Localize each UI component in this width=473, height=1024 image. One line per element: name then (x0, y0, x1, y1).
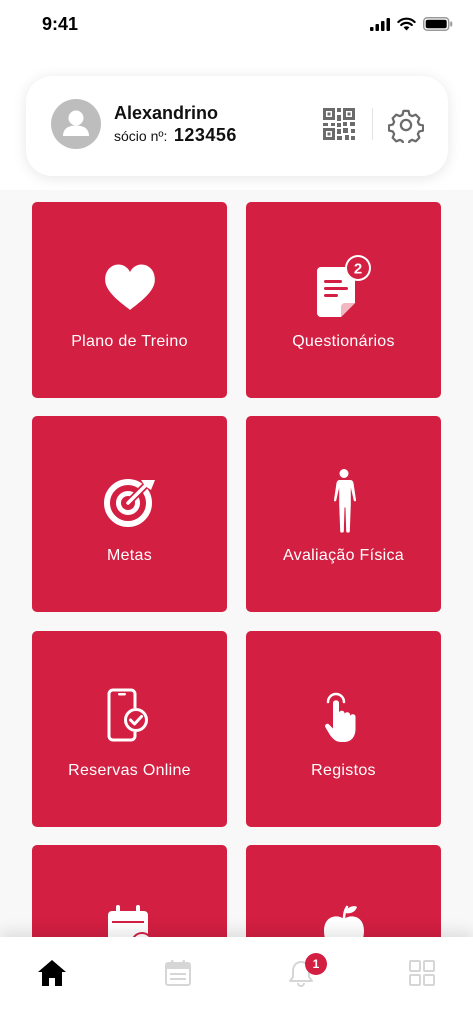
tile-reservas-online[interactable]: Reservas Online (32, 631, 227, 827)
profile-card: Alexandrino sócio nº: 123456 (26, 76, 448, 176)
grid-icon (409, 960, 435, 986)
card-divider (372, 108, 373, 140)
status-icons (370, 17, 453, 31)
tile-metas[interactable]: Metas (32, 416, 227, 612)
tile-plano-de-treino[interactable]: Plano de Treino (32, 202, 227, 398)
tile-avaliacao-fisica[interactable]: Avaliação Física (246, 416, 441, 612)
qr-code-button[interactable] (322, 107, 356, 141)
notification-badge: 1 (305, 953, 327, 975)
phone-check-icon (107, 688, 148, 742)
signal-icon (370, 17, 390, 31)
questionarios-badge: 2 (353, 261, 361, 278)
status-bar: 9:41 (0, 0, 473, 52)
heart-icon (104, 264, 155, 310)
tile-questionarios[interactable]: 2 Questionários (246, 202, 441, 398)
tile-label: Plano de Treino (71, 333, 188, 350)
qr-code-icon (323, 108, 355, 140)
home-icon (38, 960, 66, 986)
wifi-icon (397, 17, 416, 31)
tile-label: Registos (311, 762, 376, 779)
member-number: 123456 (173, 125, 237, 145)
tile-label: Questionários (292, 333, 395, 350)
nav-menu[interactable] (406, 957, 438, 989)
user-name: Alexandrino (114, 103, 219, 123)
settings-button[interactable] (387, 107, 425, 147)
body-icon (333, 469, 356, 533)
target-icon (103, 479, 155, 527)
member-info: sócio nº: 123456 (114, 125, 237, 146)
document-icon: 2 (316, 255, 371, 317)
tile-label: Avaliação Física (282, 547, 404, 564)
bottom-nav: 1 (0, 937, 473, 1024)
tile-label: Reservas Online (68, 762, 191, 779)
battery-icon (423, 17, 453, 31)
nav-home[interactable] (36, 957, 68, 989)
tile-label: Metas (106, 547, 153, 564)
member-label: sócio nº: (114, 128, 168, 144)
user-avatar-icon[interactable] (51, 99, 101, 149)
gear-icon (387, 109, 425, 147)
header-area: 9:41 Alexandrino sócio nº: 123456 (0, 0, 473, 190)
tile-registos[interactable]: Registos (246, 631, 441, 827)
nav-calendar[interactable] (162, 957, 194, 989)
hand-pointer-icon (324, 692, 355, 742)
status-time: 9:41 (42, 14, 79, 34)
calendar-icon (165, 960, 191, 986)
